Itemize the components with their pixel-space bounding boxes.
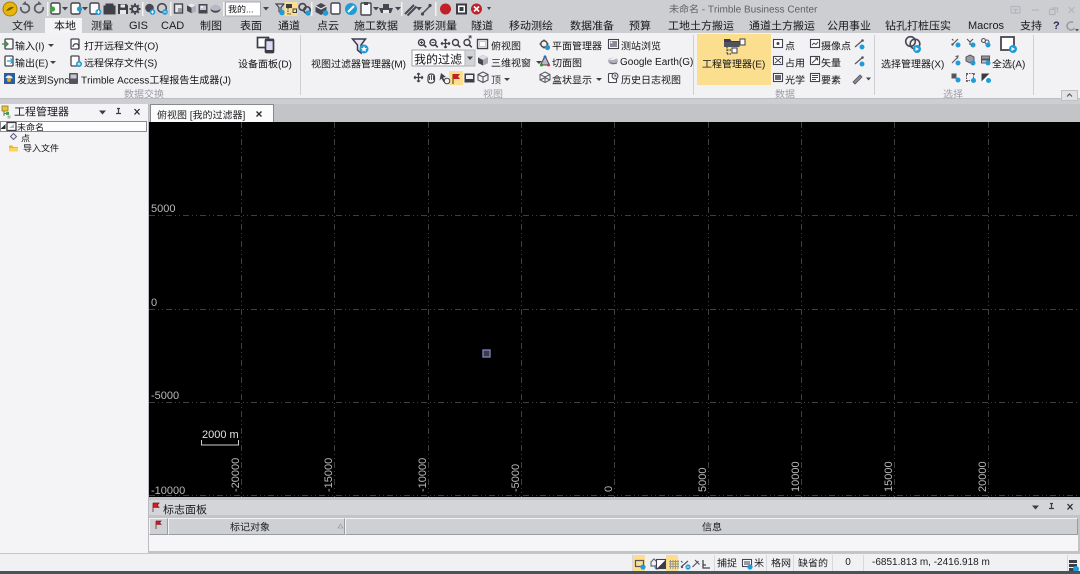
svg-text:-10000: -10000	[417, 458, 429, 492]
svg-text:10000: 10000	[790, 461, 802, 492]
svg-text:-20000: -20000	[230, 458, 242, 492]
svg-text:15000: 15000	[883, 461, 895, 492]
svg-text:20000: 20000	[977, 461, 989, 492]
svg-text:5000: 5000	[697, 468, 709, 492]
svg-text:-10000: -10000	[151, 485, 185, 497]
svg-text:-5000: -5000	[510, 464, 522, 492]
svg-text:0: 0	[151, 297, 157, 309]
svg-text:0: 0	[603, 486, 615, 492]
svg-text:-15000: -15000	[323, 458, 335, 492]
svg-text:-5000: -5000	[151, 390, 179, 402]
svg-text:5000: 5000	[151, 203, 175, 215]
svg-text:2000 m: 2000 m	[202, 429, 239, 441]
